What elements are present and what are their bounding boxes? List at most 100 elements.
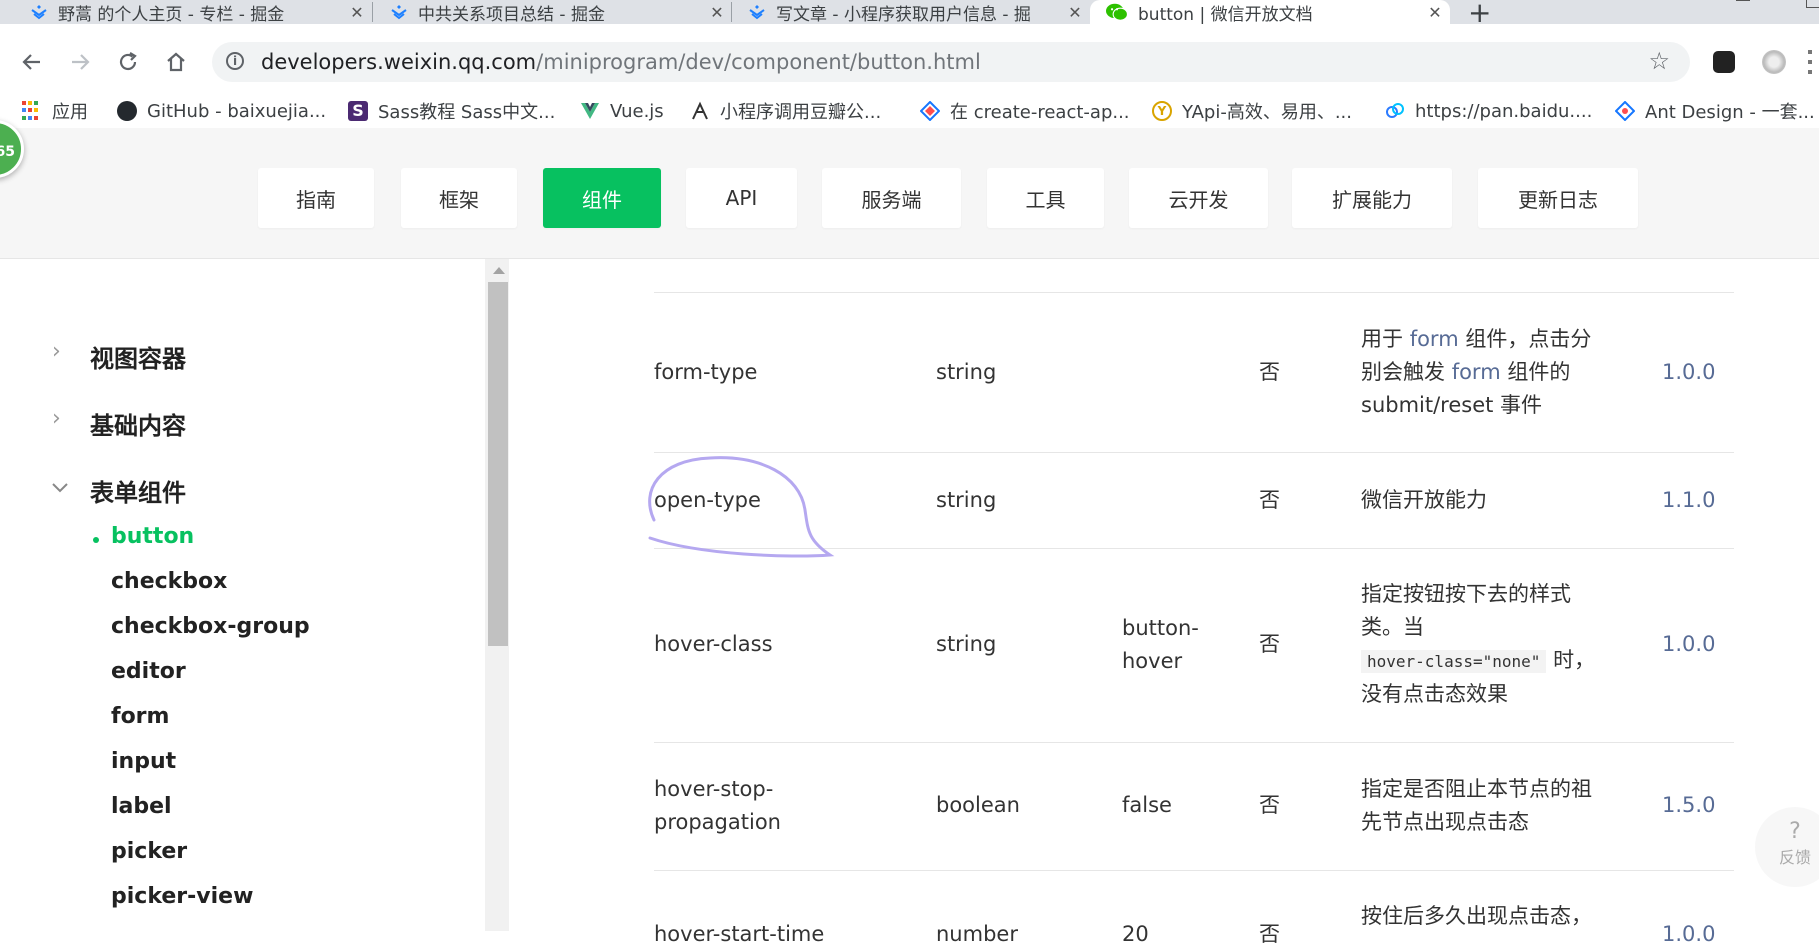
- help-icon: ?: [1789, 819, 1801, 844]
- row-divider: [654, 292, 1734, 293]
- home-icon[interactable]: [164, 50, 188, 74]
- sidebar-item-picker[interactable]: picker: [111, 839, 187, 864]
- desc-link-form[interactable]: form: [1452, 360, 1501, 384]
- cell-type: boolean: [936, 793, 1020, 817]
- bookmark-label: 应用: [52, 102, 88, 123]
- cell-version: 1.0.0: [1662, 360, 1716, 384]
- desc-text: 指定按钮按下去的样式类。当: [1361, 582, 1571, 639]
- bookmarks-bar: 应用 GitHub - baixuejia... S Sass教程 Sass中文…: [0, 94, 1819, 128]
- cell-attr-name: hover-class: [654, 632, 773, 656]
- cell-required: 否: [1259, 360, 1280, 384]
- address-bar[interactable]: i developers.weixin.qq.com/miniprogram/d…: [212, 42, 1690, 82]
- bookmark-label: https://pan.baidu....: [1415, 100, 1593, 122]
- sidebar-item-picker-view[interactable]: picker-view: [111, 884, 253, 909]
- url-path: /miniprogram/dev/component/button.html: [536, 50, 981, 74]
- reload-icon[interactable]: [116, 50, 140, 74]
- row-divider: [654, 870, 1734, 871]
- cell-required: 否: [1259, 488, 1280, 512]
- cell-default: button-hover: [1122, 616, 1199, 673]
- nav-guide[interactable]: 指南: [258, 168, 374, 228]
- antd-icon: [1615, 101, 1635, 121]
- sidebar: › 视图容器 › 基础内容 表单组件 button checkbox check…: [0, 259, 485, 931]
- bookmark-star-icon[interactable]: ☆: [1648, 47, 1670, 75]
- bookmark-baidu-pan[interactable]: https://pan.baidu....: [1385, 94, 1592, 128]
- minimize-window-icon[interactable]: [1736, 0, 1750, 1]
- cell-type: string: [936, 360, 997, 384]
- feedback-label: 反馈: [1778, 848, 1811, 867]
- chevron-down-icon[interactable]: [52, 483, 68, 493]
- site-info-icon[interactable]: i: [226, 52, 244, 70]
- tab-title: 野蒿 的个人主页 - 专栏 - 掘金: [58, 4, 285, 25]
- sidebar-item-form[interactable]: form: [111, 704, 169, 729]
- back-icon[interactable]: [20, 50, 44, 74]
- cell-default: false: [1122, 793, 1172, 817]
- close-tab-icon[interactable]: ✕: [1060, 3, 1090, 22]
- bookmark-label: Vue.js: [610, 100, 664, 122]
- juejin-icon: [31, 5, 47, 20]
- scrollbar-thumb[interactable]: [488, 282, 508, 646]
- bookmark-github[interactable]: GitHub - baixuejia...: [117, 94, 326, 128]
- profile-avatar-icon[interactable]: [1762, 50, 1786, 74]
- nav-api[interactable]: API: [686, 168, 797, 228]
- cell-attr-name: form-type: [654, 360, 758, 384]
- close-tab-icon[interactable]: ✕: [1420, 3, 1450, 22]
- menu-icon[interactable]: [1808, 50, 1812, 76]
- baidu-pan-icon: [1386, 103, 1404, 118]
- nav-cloud-dev[interactable]: 云开发: [1129, 168, 1268, 228]
- chevron-right-icon[interactable]: ›: [52, 406, 61, 431]
- nav-extensions[interactable]: 扩展能力: [1292, 168, 1452, 228]
- bookmark-sass[interactable]: S Sass教程 Sass中文...: [348, 94, 555, 128]
- bookmark-label: 在 create-react-ap...: [950, 102, 1130, 123]
- cell-description: 指定是否阻止本节点的祖先节点出现点击态: [1361, 777, 1592, 834]
- cell-attr-name: hover-stop-propagation: [654, 777, 781, 834]
- nav-changelog[interactable]: 更新日志: [1478, 168, 1638, 228]
- sidebar-category-form-components[interactable]: 表单组件: [90, 473, 186, 508]
- forward-icon[interactable]: [68, 50, 92, 74]
- sidebar-item-editor[interactable]: editor: [111, 659, 186, 684]
- nav-components[interactable]: 组件: [543, 168, 661, 228]
- sidebar-item-button[interactable]: button: [111, 524, 194, 549]
- cell-attr-name: hover-start-time: [654, 922, 825, 946]
- feedback-button[interactable]: ? 反馈: [1755, 807, 1819, 887]
- tab-juejin-profile[interactable]: 野蒿 的个人主页 - 专栏 - 掘金 ✕: [0, 0, 372, 24]
- bookmark-yapi[interactable]: Y YApi-高效、易用、...: [1152, 94, 1352, 128]
- row-divider: [654, 742, 1734, 743]
- bookmark-label: Sass教程 Sass中文...: [378, 102, 556, 123]
- bookmark-vue[interactable]: Vue.js: [580, 94, 664, 128]
- bookmark-douban[interactable]: 小程序调用豆瓣公...: [690, 94, 881, 128]
- sidebar-item-checkbox[interactable]: checkbox: [111, 569, 227, 594]
- chevron-right-icon[interactable]: ›: [52, 339, 61, 364]
- cell-type: string: [936, 632, 997, 656]
- sidebar-category-view-containers[interactable]: 视图容器: [90, 339, 186, 374]
- bookmark-icon: [920, 101, 940, 121]
- cell-version: 1.5.0: [1662, 793, 1716, 817]
- sidebar-item-input[interactable]: input: [111, 749, 176, 774]
- bookmark-create-react-app[interactable]: 在 create-react-ap...: [920, 94, 1130, 128]
- wechat-icon: [1106, 3, 1128, 21]
- maximize-window-icon[interactable]: [1806, 0, 1819, 8]
- extension-icon[interactable]: [1713, 51, 1735, 73]
- nav-framework[interactable]: 框架: [401, 168, 517, 228]
- cell-required: 否: [1259, 793, 1280, 817]
- cell-description: 用于 form 组件，点击分别会触发 form 组件的 submit/reset…: [1361, 323, 1601, 422]
- sidebar-item-label[interactable]: label: [111, 794, 172, 819]
- sidebar-category-basic-content[interactable]: 基础内容: [90, 406, 186, 441]
- tab-title: 中共关系项目总结 - 掘金: [418, 4, 605, 25]
- bookmark-label: 小程序调用豆瓣公...: [720, 102, 882, 123]
- bookmark-label: GitHub - baixuejia...: [147, 100, 327, 122]
- nav-server[interactable]: 服务端: [822, 168, 961, 228]
- cell-description: 按住后多久出现点击态，: [1361, 904, 1592, 928]
- nav-tools[interactable]: 工具: [987, 168, 1104, 228]
- scroll-up-icon[interactable]: [493, 267, 505, 274]
- tab-wechat-button-docs[interactable]: button | 微信开放文档 ✕: [1090, 0, 1450, 24]
- sidebar-item-checkbox-group[interactable]: checkbox-group: [111, 614, 310, 639]
- tab-juejin-summary[interactable]: 中共关系项目总结 - 掘金 ✕: [360, 0, 732, 24]
- juejin-icon: [749, 5, 765, 20]
- desc-link-form[interactable]: form: [1410, 327, 1459, 351]
- bookmark-ant-design[interactable]: Ant Design - 一套...: [1615, 94, 1815, 128]
- yapi-icon: Y: [1152, 101, 1172, 121]
- tab-juejin-write[interactable]: 写文章 - 小程序获取用户信息 - 掘 ✕: [718, 0, 1090, 24]
- cell-description: 指定按钮按下去的样式类。当 hover-class="none" 时，没有点击态效…: [1361, 578, 1601, 711]
- bookmark-apps[interactable]: 应用: [22, 94, 88, 128]
- cell-type: number: [936, 922, 1018, 946]
